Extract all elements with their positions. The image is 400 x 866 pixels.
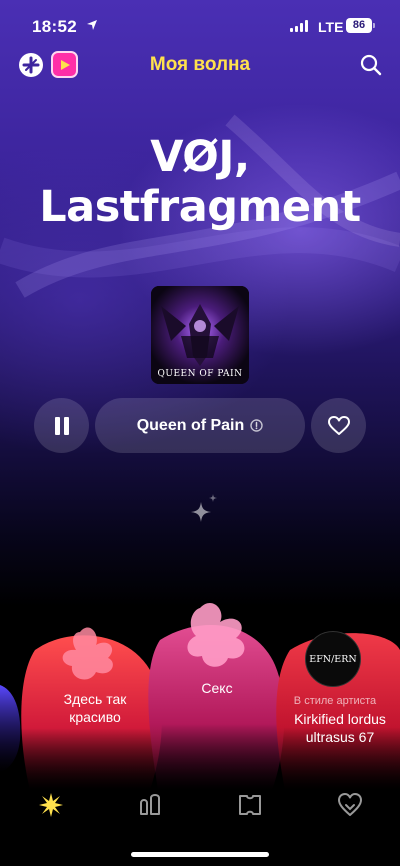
collection-icon: [239, 795, 261, 815]
status-bar: 18:52 LTE 86: [0, 0, 400, 52]
album-cover[interactable]: QUEEN OF PAIN: [151, 286, 249, 384]
feed-icon: [140, 794, 160, 815]
nav-library[interactable]: [235, 790, 265, 820]
track-info-button[interactable]: Queen of Pain: [95, 398, 305, 453]
heart-nav-icon: [338, 793, 362, 816]
nav-wave[interactable]: [36, 790, 66, 820]
search-icon[interactable]: [360, 54, 382, 76]
nav-feed[interactable]: [135, 790, 165, 820]
battery-icon: 86: [346, 18, 372, 33]
artist-avatar[interactable]: EFN/ERN: [305, 631, 361, 687]
like-button[interactable]: [311, 398, 366, 453]
sparkle-icon[interactable]: [186, 492, 222, 528]
cover-text: QUEEN OF PAIN: [157, 369, 243, 379]
home-indicator[interactable]: [131, 852, 269, 857]
artist-title-line-1: VØJ,: [150, 132, 250, 182]
track-title: Queen of Pain: [136, 416, 245, 434]
location-arrow-icon: [87, 20, 97, 30]
artist-title-line-2: Lastfragment: [39, 182, 361, 232]
mood-label-beautiful[interactable]: Здесь так красиво: [40, 690, 150, 726]
pause-icon: [54, 416, 60, 435]
heart-icon: [327, 415, 350, 435]
wave-burst-icon: [39, 793, 63, 817]
my-wave-screen: 18:52 LTE 86 Моя волна VØJ, Lastfragment: [0, 0, 400, 866]
mood-label-artist[interactable]: Kirkified lordus ultrasus 67: [278, 710, 400, 746]
battery-tip: [373, 23, 375, 28]
nav-favorites[interactable]: [335, 790, 365, 820]
status-time: 18:52: [32, 17, 77, 36]
artist-style-subtitle: В стиле артиста: [293, 695, 377, 707]
page-title: Моя волна: [149, 54, 251, 75]
artist-title: VØJ, Lastfragment: [0, 132, 400, 232]
signal-icon: [290, 20, 308, 32]
background-streaks: [0, 114, 400, 298]
info-icon: [250, 419, 263, 432]
pause-button[interactable]: [34, 398, 89, 453]
mood-label-sex[interactable]: Секс: [162, 679, 272, 697]
network-type: LTE: [318, 19, 344, 35]
